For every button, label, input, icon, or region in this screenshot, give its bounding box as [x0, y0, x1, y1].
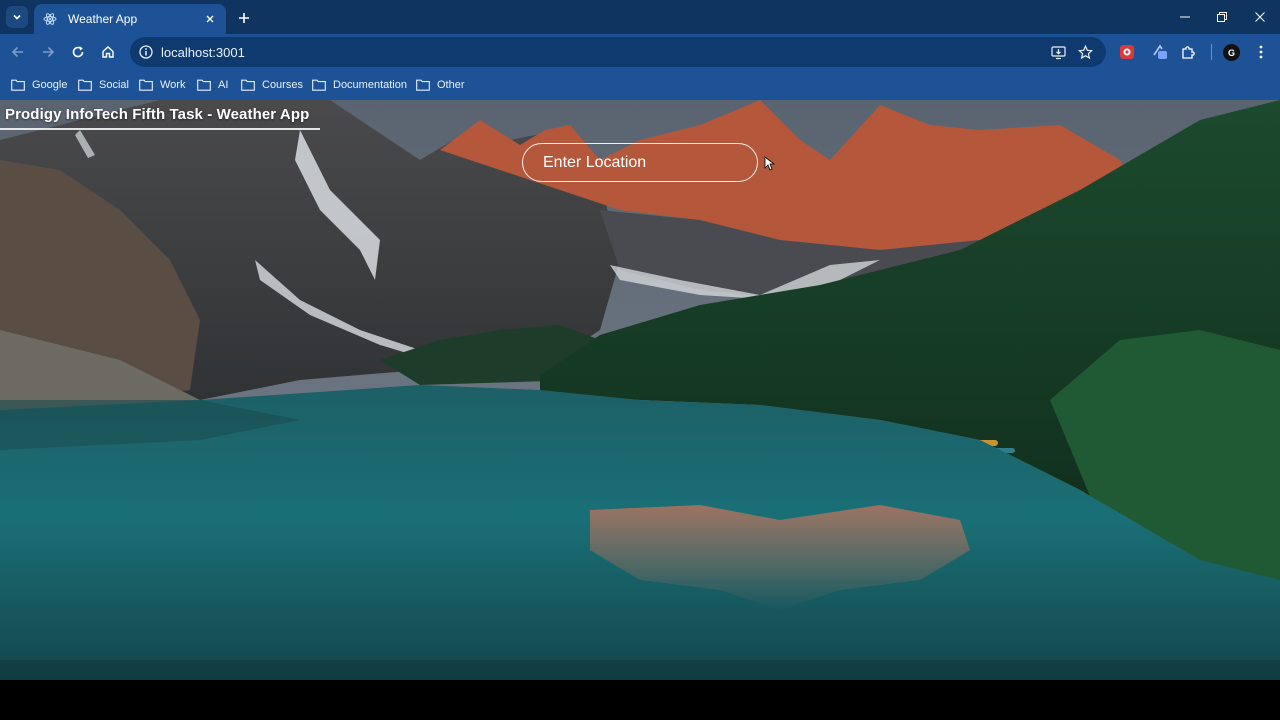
bookmark-label: Documentation: [333, 79, 407, 91]
folder-icon: [241, 79, 255, 91]
restore-icon: [1217, 12, 1227, 22]
tab-search-button[interactable]: [6, 6, 28, 28]
restore-button[interactable]: [1210, 6, 1234, 28]
bookmark-ai[interactable]: AI: [197, 76, 228, 94]
bookmark-label: AI: [218, 79, 229, 91]
arrow-left-icon: [11, 46, 23, 58]
screen-bottom-bar: [0, 680, 1280, 720]
mouse-cursor-icon: [764, 156, 776, 171]
folder-icon: [197, 79, 211, 91]
toolbar-separator: [1211, 44, 1212, 60]
chevron-down-icon: [13, 14, 21, 20]
folder-icon: [78, 79, 92, 91]
browser-toolbar: localhost:3001 G: [0, 34, 1280, 70]
extension-assistant-icon[interactable]: [1151, 43, 1169, 61]
star-icon[interactable]: [1077, 44, 1093, 60]
address-bar[interactable]: localhost:3001: [130, 37, 1106, 67]
react-icon: [42, 11, 58, 27]
bookmark-label: Other: [437, 79, 465, 91]
profile-avatar[interactable]: G: [1223, 44, 1240, 61]
tab-title: Weather App: [68, 12, 138, 26]
back-button[interactable]: [6, 40, 30, 64]
folder-icon: [139, 79, 153, 91]
bookmark-work[interactable]: Work: [139, 76, 185, 94]
close-window-button[interactable]: [1248, 6, 1272, 28]
bookmark-courses[interactable]: Courses: [241, 76, 303, 94]
bookmark-label: Social: [99, 79, 129, 91]
folder-icon: [416, 79, 430, 91]
install-app-icon[interactable]: [1050, 44, 1066, 60]
forward-button[interactable]: [36, 40, 60, 64]
bookmark-label: Courses: [262, 79, 303, 91]
extension-red-icon[interactable]: [1118, 43, 1136, 61]
mountain-lake-background: [0, 100, 1280, 680]
location-search-input[interactable]: [522, 143, 758, 182]
tab-weather-app[interactable]: Weather App: [34, 4, 226, 34]
reload-button[interactable]: [66, 40, 90, 64]
bookmark-documentation[interactable]: Documentation: [312, 76, 407, 94]
page-title: Prodigy InfoTech Fifth Task - Weather Ap…: [5, 106, 310, 123]
bookmark-label: Work: [160, 79, 186, 91]
minimize-button[interactable]: [1173, 6, 1197, 28]
plus-icon: [239, 13, 249, 23]
puzzle-icon[interactable]: [1179, 43, 1197, 61]
more-vert-icon[interactable]: [1252, 43, 1270, 61]
home-button[interactable]: [96, 40, 120, 64]
bookmark-google[interactable]: Google: [11, 76, 67, 94]
bookmark-social[interactable]: Social: [78, 76, 129, 94]
address-url: localhost:3001: [161, 45, 245, 60]
arrow-right-icon: [43, 46, 55, 58]
title-underline: [0, 128, 320, 130]
minimize-icon: [1180, 16, 1190, 18]
new-tab-button[interactable]: [234, 8, 254, 28]
folder-icon: [312, 79, 326, 91]
reload-icon: [72, 46, 84, 58]
folder-icon: [11, 79, 25, 91]
close-icon[interactable]: [202, 11, 218, 27]
bookmarks-bar: Google Social Work AI Courses Documentat…: [0, 70, 1280, 100]
page-viewport: Prodigy InfoTech Fifth Task - Weather Ap…: [0, 100, 1280, 680]
home-icon: [102, 46, 114, 58]
close-icon: [1255, 12, 1265, 22]
bookmark-other[interactable]: Other: [416, 76, 465, 94]
bookmark-label: Google: [32, 79, 68, 91]
info-icon[interactable]: [138, 44, 154, 60]
tab-strip: Weather App: [0, 0, 1280, 34]
